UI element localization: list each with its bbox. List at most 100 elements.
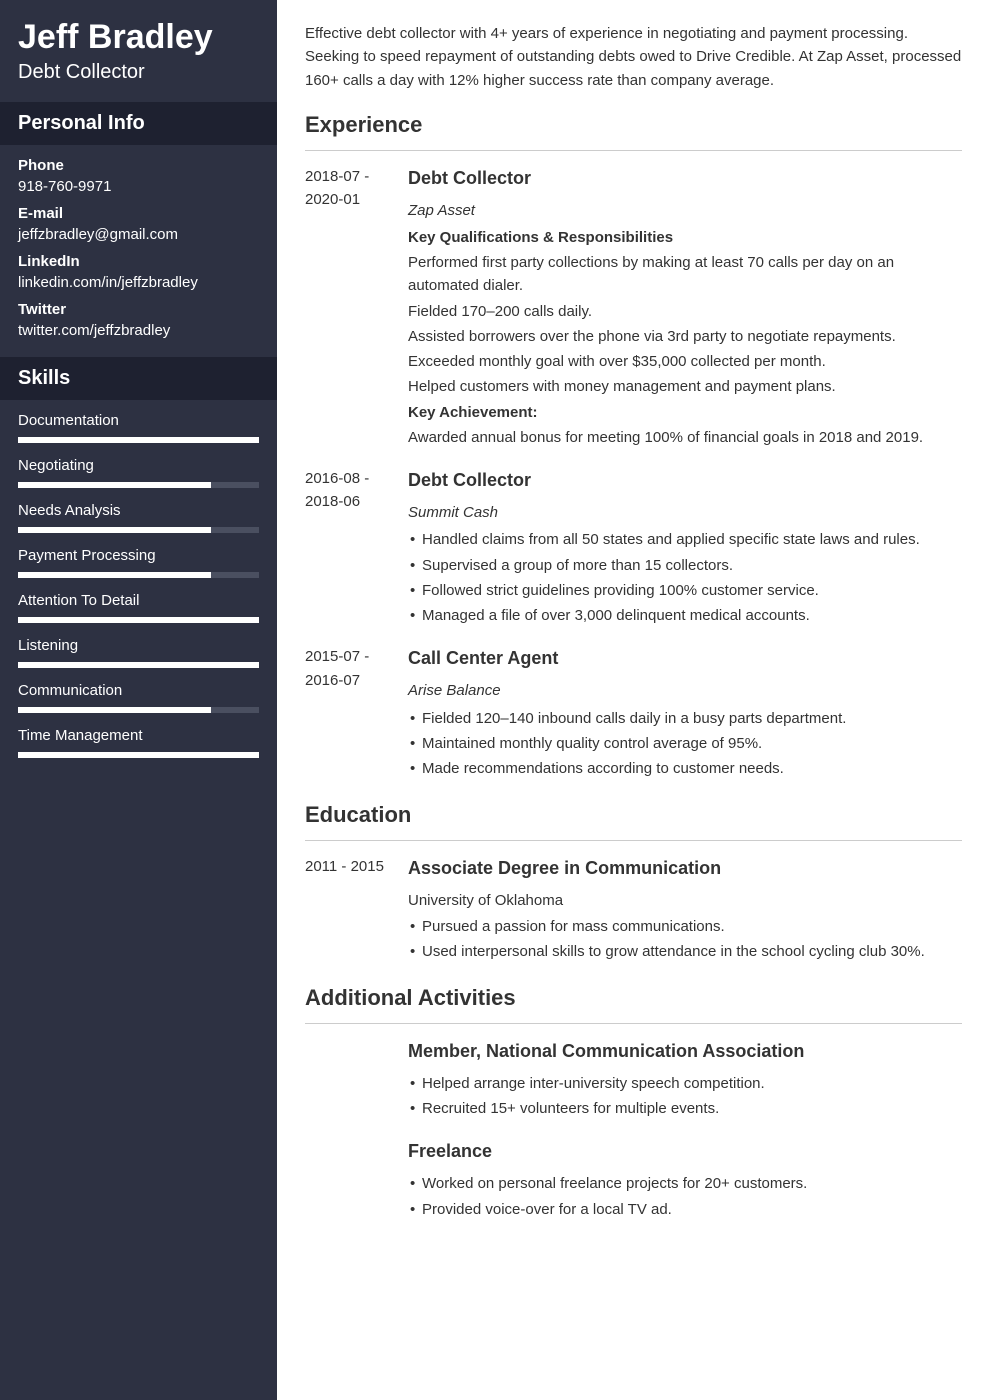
skill-bar	[18, 752, 259, 758]
skill-name: Communication	[18, 682, 259, 699]
entry-body: Associate Degree in Communication Univers…	[408, 855, 962, 963]
entry-dates: 2018-07 - 2020-01	[305, 165, 408, 449]
skill-bar	[18, 617, 259, 623]
skill-bar	[18, 662, 259, 668]
entry: 2018-07 - 2020-01Debt Collector Zap Asset…	[305, 165, 962, 449]
entry-org: Summit Cash	[408, 501, 962, 524]
skill-name: Payment Processing	[18, 547, 259, 564]
entry-title: Call Center Agent	[408, 645, 962, 673]
list-item: Fielded 120–140 inbound calls daily in a…	[408, 707, 962, 730]
skill-bar	[18, 527, 259, 533]
skill-name: Needs Analysis	[18, 502, 259, 519]
info-value: jeffzbradley@gmail.com	[18, 226, 259, 243]
entry: Freelance Worked on personal freelance pr…	[305, 1138, 962, 1220]
skill-item: Attention To Detail	[18, 592, 259, 623]
list-item: Pursued a passion for mass communication…	[408, 915, 962, 938]
entry-title: Debt Collector	[408, 467, 962, 495]
main-content: Effective debt collector with 4+ years o…	[277, 0, 990, 1400]
bullet-list: Worked on personal freelance projects fo…	[408, 1172, 962, 1221]
info-value: linkedin.com/in/jeffzbradley	[18, 274, 259, 291]
list-item: Worked on personal freelance projects fo…	[408, 1172, 962, 1195]
bullet-list: Fielded 120–140 inbound calls daily in a…	[408, 707, 962, 781]
personal-info: Phone 918-760-9971 E-mail jeffzbradley@gmai…	[0, 145, 277, 357]
subheading: Key Qualifications & Responsibilities	[408, 226, 962, 249]
person-name: Jeff Bradley	[0, 0, 277, 61]
entry-dates: 2016-08 - 2018-06	[305, 467, 408, 627]
resume-page: Jeff Bradley Debt Collector Personal Inf…	[0, 0, 990, 1400]
bullet-list: Pursued a passion for mass communication…	[408, 915, 962, 964]
info-label: LinkedIn	[18, 253, 259, 270]
skill-name: Documentation	[18, 412, 259, 429]
experience-section: 2018-07 - 2020-01Debt Collector Zap Asset…	[305, 165, 962, 780]
skill-item: Communication	[18, 682, 259, 713]
info-value: 918-760-9971	[18, 178, 259, 195]
line: Helped customers with money management a…	[408, 375, 962, 398]
skill-item: Time Management	[18, 727, 259, 758]
skill-bar-fill	[18, 572, 211, 578]
entry: 2015-07 - 2016-07Call Center Agent Arise …	[305, 645, 962, 780]
entry-title: Debt Collector	[408, 165, 962, 193]
info-label: Twitter	[18, 301, 259, 318]
skill-name: Negotiating	[18, 457, 259, 474]
entry-dates: 2015-07 - 2016-07	[305, 645, 408, 780]
list-item: Managed a file of over 3,000 delinquent …	[408, 604, 962, 627]
entry-org: University of Oklahoma	[408, 889, 962, 912]
list-item: Maintained monthly quality control avera…	[408, 732, 962, 755]
entry-title: Freelance	[408, 1138, 962, 1166]
skill-bar	[18, 482, 259, 488]
skill-item: Documentation	[18, 412, 259, 443]
personal-info-heading: Personal Info	[0, 102, 277, 145]
summary-text: Effective debt collector with 4+ years o…	[305, 22, 962, 92]
entry-title: Associate Degree in Communication	[408, 855, 962, 883]
line: Exceeded monthly goal with over $35,000 …	[408, 350, 962, 373]
entry: Member, National Communication Associati…	[305, 1038, 962, 1120]
skill-bar-fill	[18, 752, 259, 758]
skill-name: Listening	[18, 637, 259, 654]
experience-heading: Experience	[305, 108, 962, 151]
skill-bar-fill	[18, 617, 259, 623]
line: Fielded 170–200 calls daily.	[408, 300, 962, 323]
sidebar: Jeff Bradley Debt Collector Personal Inf…	[0, 0, 277, 1400]
list-item: Followed strict guidelines providing 100…	[408, 579, 962, 602]
skill-bar-fill	[18, 527, 211, 533]
info-label: E-mail	[18, 205, 259, 222]
entry-body: Debt Collector Zap Asset Key Qualification…	[408, 165, 962, 449]
line: Performed first party collections by mak…	[408, 251, 962, 298]
subheading: Key Achievement:	[408, 401, 962, 424]
activities-section: Member, National Communication Associati…	[305, 1038, 962, 1221]
list-item: Handled claims from all 50 states and ap…	[408, 528, 962, 551]
skill-bar-fill	[18, 482, 211, 488]
list-item: Made recommendations according to custom…	[408, 757, 962, 780]
list-item: Provided voice-over for a local TV ad.	[408, 1198, 962, 1221]
bullet-list: Helped arrange inter-university speech c…	[408, 1072, 962, 1121]
entry: 2011 - 2015Associate Degree in Communica…	[305, 855, 962, 963]
skill-name: Time Management	[18, 727, 259, 744]
entry-body: Member, National Communication Associati…	[408, 1038, 962, 1120]
list-item: Recruited 15+ volunteers for multiple ev…	[408, 1097, 962, 1120]
skill-item: Negotiating	[18, 457, 259, 488]
skill-bar-fill	[18, 662, 259, 668]
info-value: twitter.com/jeffzbradley	[18, 322, 259, 339]
education-section: 2011 - 2015Associate Degree in Communica…	[305, 855, 962, 963]
entry-body: Debt Collector Summit Cash Handled claims …	[408, 467, 962, 627]
education-heading: Education	[305, 798, 962, 841]
list-item: Supervised a group of more than 15 colle…	[408, 554, 962, 577]
skill-item: Payment Processing	[18, 547, 259, 578]
entry-org: Zap Asset	[408, 199, 962, 222]
skills-list: Documentation Negotiating Needs Analysis Pa…	[0, 400, 277, 776]
skill-item: Listening	[18, 637, 259, 668]
bullet-list: Handled claims from all 50 states and ap…	[408, 528, 962, 627]
entry-dates	[305, 1138, 408, 1220]
entry-dates	[305, 1038, 408, 1120]
entry-org: Arise Balance	[408, 679, 962, 702]
entry-dates: 2011 - 2015	[305, 855, 408, 963]
info-label: Phone	[18, 157, 259, 174]
skill-bar	[18, 707, 259, 713]
entry-title: Member, National Communication Associati…	[408, 1038, 962, 1066]
achievement: Awarded annual bonus for meeting 100% of…	[408, 426, 962, 449]
list-item: Used interpersonal skills to grow attend…	[408, 940, 962, 963]
skill-name: Attention To Detail	[18, 592, 259, 609]
activities-heading: Additional Activities	[305, 981, 962, 1024]
line: Assisted borrowers over the phone via 3r…	[408, 325, 962, 348]
list-item: Helped arrange inter-university speech c…	[408, 1072, 962, 1095]
